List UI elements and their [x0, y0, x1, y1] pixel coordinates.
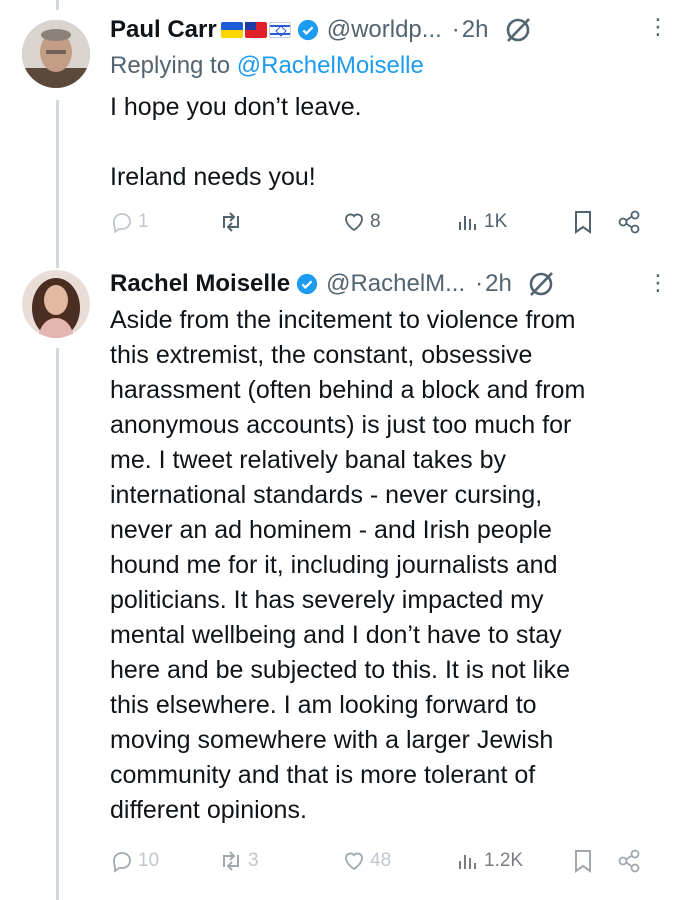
verified-badge-icon: [296, 273, 318, 295]
share-button[interactable]: [616, 848, 642, 874]
tweet-header: Rachel Moiselle @RachelM... · 2h: [110, 267, 655, 301]
share-button[interactable]: [616, 209, 642, 235]
views-count: 1.2K: [484, 850, 524, 871]
display-name[interactable]: Rachel Moiselle: [110, 270, 290, 298]
views-count: 1K: [484, 211, 508, 232]
tweet-rachel-moiselle[interactable]: Rachel Moiselle @RachelM... · 2h ⋮ Aside…: [0, 250, 675, 900]
like-count: 48: [370, 850, 392, 871]
repost-icon: [223, 851, 239, 871]
bookmark-button[interactable]: [572, 209, 594, 235]
replying-to: Replying to @RachelMoiselle: [110, 52, 424, 80]
tweet-text: I hope you don’t leave. Ireland needs yo…: [110, 93, 362, 191]
avatar[interactable]: [22, 270, 90, 338]
reply-count: 10: [138, 850, 160, 871]
views-button[interactable]: 1K: [456, 210, 507, 234]
taiwan-flag-icon: [244, 22, 267, 38]
share-icon: [618, 210, 640, 234]
heart-icon: [345, 213, 363, 232]
reply-button[interactable]: 10: [110, 849, 159, 873]
like-button[interactable]: 48: [342, 849, 391, 873]
views-icon: [459, 216, 476, 230]
avatar-image: [22, 270, 90, 338]
views-button[interactable]: 1.2K: [456, 849, 523, 873]
flag-emojis: [220, 22, 291, 38]
separator-dot: ·: [451, 16, 460, 43]
tweet-header: Paul Carr @worldp... · 2h: [110, 13, 655, 47]
avatar[interactable]: [22, 20, 90, 88]
replying-to-label: Replying to: [110, 52, 237, 79]
tweet-actions: 10 3 48 1.2K: [110, 844, 650, 878]
handle[interactable]: @worldp...: [327, 16, 442, 44]
reply-button[interactable]: 1: [110, 210, 149, 234]
tweet-text: Aside from the incitement to violence fr…: [110, 306, 586, 824]
repost-button[interactable]: [218, 210, 244, 234]
share-icon: [618, 849, 640, 873]
reply-icon: [113, 852, 131, 873]
reply-icon: [113, 213, 131, 234]
grok-icon[interactable]: [503, 15, 533, 45]
bookmark-icon: [575, 211, 591, 234]
avatar-image: [22, 20, 90, 88]
repost-button[interactable]: 3: [218, 849, 259, 873]
reply-count: 1: [138, 211, 149, 232]
separator-dot: ·: [475, 270, 484, 297]
timestamp[interactable]: 2h: [462, 16, 489, 44]
repost-icon: [223, 212, 239, 232]
handle[interactable]: @RachelM...: [326, 270, 465, 298]
bookmark-icon: [575, 850, 591, 873]
display-name[interactable]: Paul Carr: [110, 16, 217, 44]
verified-badge-icon: [297, 19, 319, 41]
israel-flag-icon: [268, 22, 291, 38]
views-icon: [459, 855, 476, 869]
tweet-paul-carr[interactable]: Paul Carr @worldp... · 2h ⋮ Replying to …: [0, 0, 675, 250]
more-options-icon[interactable]: ⋮: [647, 16, 669, 38]
bookmark-button[interactable]: [572, 848, 594, 874]
replying-to-handle-link[interactable]: @RachelMoiselle: [237, 52, 424, 79]
timestamp[interactable]: 2h: [485, 270, 512, 298]
more-options-icon[interactable]: ⋮: [647, 272, 669, 294]
like-button[interactable]: 8: [342, 210, 381, 234]
repost-count: 3: [248, 850, 259, 871]
like-count: 8: [370, 211, 381, 232]
heart-icon: [345, 852, 363, 871]
grok-icon[interactable]: [526, 269, 556, 299]
ukraine-flag-icon: [220, 22, 243, 38]
tweet-actions: 1 8 1K: [110, 205, 650, 239]
